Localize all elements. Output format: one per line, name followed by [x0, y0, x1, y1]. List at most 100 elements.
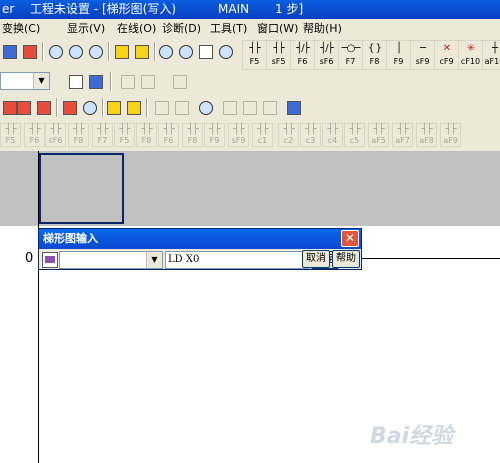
ladder-button-horizontal-line[interactable]: ─ sF9 [410, 40, 435, 70]
toolbar-button[interactable] [86, 72, 105, 91]
zoom-in-icon [159, 45, 173, 59]
menu-view[interactable]: 显示(V) [67, 19, 105, 38]
button-shortcut-label: aF5 [371, 136, 386, 145]
disabled-icon [141, 75, 155, 89]
toolbar-button[interactable] [196, 98, 215, 117]
disabled-ladder-button: ┤├ sF6 [45, 123, 66, 147]
button-shortcut-label: c5 [349, 136, 360, 145]
menu-window[interactable]: 窗口(W) [257, 19, 298, 38]
disabled-ladder-button: ┤├ F7 [92, 123, 113, 147]
ladder-button-parallel-open[interactable]: ┤├ sF5 [266, 40, 291, 70]
ladder-button-draw-line[interactable]: ┼ aF10 [482, 40, 500, 70]
toolbar-button[interactable] [14, 98, 33, 117]
disabled-icon [155, 101, 169, 115]
ladder-symbol-icon: ┤├ [349, 124, 360, 135]
button-shortcut-label: F7 [97, 136, 108, 145]
menu-convert[interactable]: 变换(C) [2, 19, 40, 38]
zoom-out-button[interactable] [176, 42, 195, 61]
plc-icon [127, 101, 141, 115]
button-shortcut-label: F8 [369, 57, 380, 66]
disabled-ladder-button: ┤├ F5 [114, 123, 135, 147]
ladder-symbol-icon: ┤├ [5, 124, 16, 135]
check-button[interactable] [216, 42, 235, 61]
button-shortcut-label: c2 [283, 136, 294, 145]
title-program: MAIN [218, 2, 250, 16]
ladder-button-vertical-line[interactable]: │ F9 [386, 40, 411, 70]
transfer-button[interactable] [196, 42, 215, 61]
edit-icon [37, 101, 51, 115]
delete-vertical-icon: ✳ [466, 43, 475, 54]
project-icon [3, 45, 17, 59]
button-shortcut-label: F6 [297, 57, 308, 66]
toolbar-separator [42, 42, 44, 61]
button-shortcut-label: F8 [187, 136, 198, 145]
ladder-symbol-icon: ┤├ [373, 124, 384, 135]
edit-cursor[interactable] [39, 153, 124, 224]
window-icon [287, 101, 301, 115]
disabled-ladder-button: ┤├ c1 [252, 123, 273, 147]
button-shortcut-label: F6 [163, 136, 174, 145]
toolbar-button[interactable] [66, 72, 85, 91]
toolbar-button-disabled [138, 72, 157, 91]
menu-diagnostics[interactable]: 诊断(D) [162, 19, 201, 38]
ladder-symbol-icon: ┤├ [187, 124, 198, 135]
toolbar-button[interactable] [20, 42, 39, 61]
find-device-button[interactable] [46, 42, 65, 61]
ladder-button-application-instruction[interactable]: { } F8 [362, 40, 387, 70]
instruction-input[interactable]: LD X0 [165, 251, 309, 269]
monitor-button[interactable] [132, 42, 151, 61]
ladder-button-delete-line[interactable]: ✕ cF9 [434, 40, 459, 70]
toolbar-button[interactable] [284, 98, 303, 117]
magnifier-icon [49, 45, 63, 59]
help-button[interactable]: 帮助 [332, 250, 360, 268]
check-icon [219, 45, 233, 59]
find-contact-button[interactable] [86, 42, 105, 61]
cancel-button[interactable]: 取消 [302, 250, 330, 268]
toolbar-button[interactable] [104, 98, 123, 117]
magnifier-icon [69, 45, 83, 59]
ladder-button-closed-contact[interactable]: ┤/├ F6 [290, 40, 315, 70]
watermark-text: Bai经验 [370, 424, 454, 449]
toolbar-button[interactable] [80, 98, 99, 117]
toolbar-button[interactable] [124, 98, 143, 117]
disabled-ladder-button: ┤├ aF8 [416, 123, 437, 147]
button-shortcut-label: F9 [393, 57, 404, 66]
menu-online[interactable]: 在线(O) [117, 19, 156, 38]
button-shortcut-label: aF10 [484, 57, 500, 66]
open-contact-icon: ┤├ [249, 43, 260, 54]
close-icon[interactable]: ✕ [341, 230, 359, 247]
disabled-ladder-button: ┤├ aF5 [368, 123, 389, 147]
left-bus-bar [38, 151, 39, 463]
zoom-in-button[interactable] [156, 42, 175, 61]
instruction-icon: { } [368, 43, 382, 54]
ladder-symbol-icon: ┤├ [305, 124, 316, 135]
ladder-button-open-contact[interactable]: ┤├ F5 [242, 40, 267, 70]
toolbar-button[interactable] [60, 98, 79, 117]
ladder-symbol-icon: ┤├ [327, 124, 338, 135]
toolbar-button[interactable] [34, 98, 53, 117]
ladder-button-parallel-closed[interactable]: ┤/├ sF6 [314, 40, 339, 70]
button-shortcut-label: sF9 [231, 136, 246, 145]
chevron-down-icon[interactable]: ▼ [33, 73, 49, 89]
toolbar-button[interactable] [0, 42, 19, 61]
toolbar-button-disabled [260, 98, 279, 117]
menu-help[interactable]: 帮助(H) [303, 19, 342, 38]
program-select[interactable]: ▼ [0, 72, 50, 90]
menu-tools[interactable]: 工具(T) [210, 19, 247, 38]
grid-icon [63, 101, 77, 115]
ladder-symbol-icon: ┤├ [421, 124, 432, 135]
symbol-select[interactable]: ▼ [59, 251, 163, 269]
ladder-button-delete-vertical[interactable]: ✳ cF10 [458, 40, 483, 70]
online-button[interactable] [112, 42, 131, 61]
ladder-symbol-icon: ┤├ [50, 124, 61, 135]
ladder-symbol-icon: ┤├ [209, 124, 220, 135]
disabled-icon [223, 101, 237, 115]
toolbar-button-disabled [172, 98, 191, 117]
find-instruction-button[interactable] [66, 42, 85, 61]
coil-icon: ─○─ [341, 43, 361, 54]
disabled-ladder-button: ┤├ c2 [278, 123, 299, 147]
button-shortcut-label: sF6 [48, 136, 63, 145]
plc-icon [107, 101, 121, 115]
ladder-button-coil[interactable]: ─○─ F7 [338, 40, 363, 70]
chevron-down-icon[interactable]: ▼ [146, 252, 162, 268]
